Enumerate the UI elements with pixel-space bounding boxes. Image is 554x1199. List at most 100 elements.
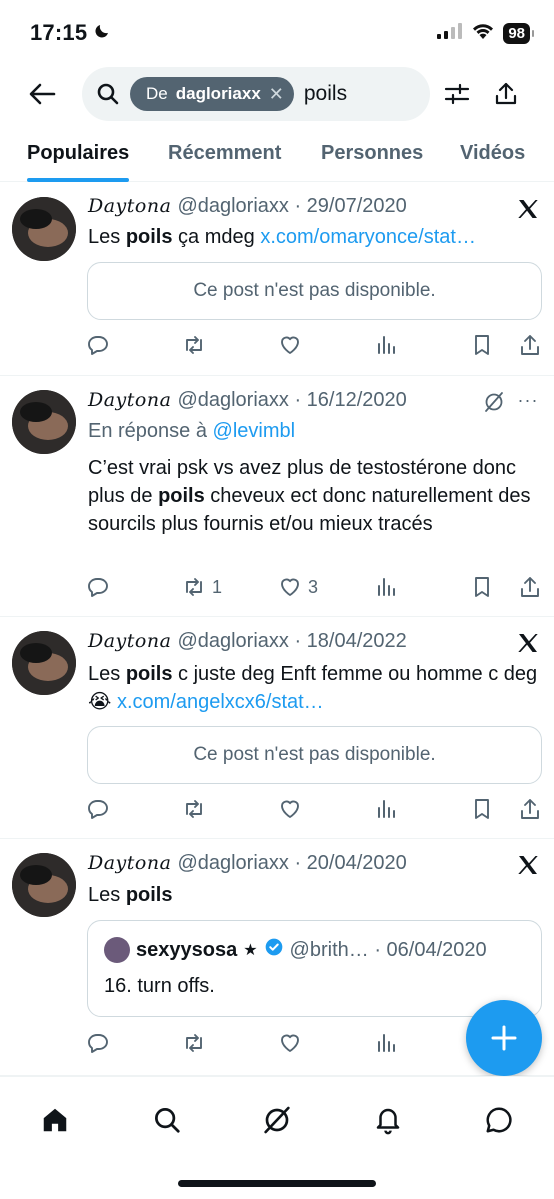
- tab-personnes[interactable]: Personnes: [321, 136, 423, 182]
- repost-button[interactable]: 1: [182, 573, 222, 601]
- time-label: 17:15: [30, 20, 88, 45]
- like-button[interactable]: [278, 1029, 302, 1057]
- avatar[interactable]: [12, 197, 76, 261]
- share-icon: [521, 799, 539, 819]
- home-indicator: [178, 1180, 376, 1187]
- views-button[interactable]: [374, 573, 398, 601]
- tab-recemment[interactable]: Récemment: [168, 136, 281, 182]
- from-user-filter-chip[interactable]: De dagloriaxx ✕: [130, 77, 294, 111]
- reply-user-link[interactable]: @levimbl: [213, 420, 296, 442]
- share-post-button[interactable]: [518, 795, 542, 823]
- like-button[interactable]: [278, 331, 302, 359]
- post-text: Les poils: [88, 881, 538, 909]
- share-post-button[interactable]: [518, 331, 542, 359]
- views-icon: [378, 1034, 395, 1052]
- views-icon: [378, 578, 395, 596]
- reply-button[interactable]: [86, 1029, 110, 1057]
- post-actions: 1 3: [86, 573, 544, 601]
- wifi-icon: [471, 22, 495, 45]
- views-button[interactable]: [374, 795, 398, 823]
- views-button[interactable]: [374, 1029, 398, 1057]
- share-post-button[interactable]: [518, 573, 542, 601]
- nav-home[interactable]: [38, 1103, 72, 1137]
- post-header: Daytona @dagloriaxx · 18/04/2022: [88, 630, 407, 653]
- display-name[interactable]: Daytona: [88, 195, 171, 217]
- share-button[interactable]: [491, 79, 521, 109]
- quoted-post[interactable]: sexyysosa ★ @brith… · 06/04/2020 16. tur…: [87, 920, 542, 1017]
- like-button[interactable]: [278, 795, 302, 823]
- post-link[interactable]: x.com/angelxcx6/stat…: [117, 691, 324, 713]
- share-icon: [521, 335, 539, 355]
- sliders-icon: [444, 83, 470, 105]
- nav-search[interactable]: [150, 1103, 184, 1137]
- x-logo-icon: [514, 195, 542, 223]
- views-button[interactable]: [374, 331, 398, 359]
- search-input[interactable]: De dagloriaxx ✕ poils: [82, 67, 430, 121]
- text-part: Les: [88, 663, 126, 685]
- reply-context: En réponse à @levimbl: [88, 420, 295, 443]
- heart-icon: [281, 800, 299, 818]
- search-query[interactable]: poils: [304, 82, 347, 106]
- display-name[interactable]: Daytona: [88, 852, 171, 874]
- post-link[interactable]: x.com/omaryonce/stat…: [260, 226, 476, 248]
- views-icon: [378, 800, 395, 818]
- handle-date: @dagloriaxx · 18/04/2022: [177, 630, 407, 652]
- handle-date: @dagloriaxx · 20/04/2020: [177, 852, 407, 874]
- quote-avatar: [104, 937, 130, 963]
- handle-date: @dagloriaxx · 29/07/2020: [177, 195, 407, 217]
- grok-icon[interactable]: [480, 388, 508, 416]
- grok-icon: [264, 1106, 290, 1134]
- more-options-icon[interactable]: ···: [514, 386, 542, 414]
- bookmark-button[interactable]: [470, 573, 494, 601]
- reply-icon: [88, 578, 108, 597]
- share-icon: [521, 577, 539, 597]
- chip-user: dagloriaxx: [175, 84, 261, 103]
- repost-count: 1: [212, 576, 223, 597]
- nav-notifications[interactable]: [371, 1103, 405, 1137]
- star-icon: ★: [243, 942, 258, 959]
- bookmark-button[interactable]: [470, 795, 494, 823]
- display-name[interactable]: Daytona: [88, 389, 171, 411]
- post[interactable]: Daytona @dagloriaxx · 29/07/2020 Les poi…: [0, 183, 554, 376]
- post[interactable]: Daytona @dagloriaxx · 18/04/2022 Les poi…: [0, 617, 554, 839]
- chip-close-icon[interactable]: ✕: [269, 84, 284, 105]
- back-button[interactable]: [26, 79, 58, 109]
- status-indicators: 98: [437, 22, 534, 45]
- reply-button[interactable]: [86, 573, 110, 601]
- avatar[interactable]: [12, 390, 76, 454]
- status-bar: 17:15 98: [0, 0, 554, 62]
- like-button[interactable]: 3: [278, 573, 318, 601]
- post-actions: [86, 331, 544, 359]
- reply-button[interactable]: [86, 795, 110, 823]
- display-name[interactable]: Daytona: [88, 630, 171, 652]
- arrow-left-icon: [29, 83, 56, 105]
- tab-videos[interactable]: Vidéos: [460, 136, 525, 182]
- avatar[interactable]: [12, 631, 76, 695]
- post-text: Les poils ça mdeg x.com/omaryonce/stat…: [88, 223, 538, 251]
- nav-grok[interactable]: [260, 1103, 294, 1137]
- post[interactable]: Daytona @dagloriaxx · 16/12/2020 ··· En …: [0, 376, 554, 617]
- heart-icon: [281, 578, 299, 596]
- bookmark-icon: [475, 799, 489, 819]
- nav-messages[interactable]: [482, 1103, 516, 1137]
- signal-icon: [437, 23, 463, 44]
- reply-button[interactable]: [86, 331, 110, 359]
- filter-button[interactable]: [442, 79, 472, 109]
- bookmark-button[interactable]: [470, 331, 494, 359]
- bookmark-icon: [475, 577, 489, 597]
- tab-populaires[interactable]: Populaires: [27, 136, 130, 182]
- quote-handle-date: @brith… · 06/04/2020: [289, 938, 487, 961]
- repost-button[interactable]: [182, 331, 206, 359]
- search-header: De dagloriaxx ✕ poils: [0, 66, 554, 122]
- repost-button[interactable]: [182, 1029, 206, 1057]
- verified-icon: [264, 937, 284, 963]
- highlighted-term: poils: [125, 663, 173, 685]
- plus-icon: [491, 1025, 517, 1051]
- compose-post-button[interactable]: [466, 1000, 542, 1076]
- repost-button[interactable]: [182, 795, 206, 823]
- avatar[interactable]: [12, 853, 76, 917]
- share-icon: [495, 82, 517, 105]
- bell-icon: [376, 1108, 400, 1135]
- reply-icon: [88, 800, 108, 819]
- bookmark-icon: [475, 335, 489, 355]
